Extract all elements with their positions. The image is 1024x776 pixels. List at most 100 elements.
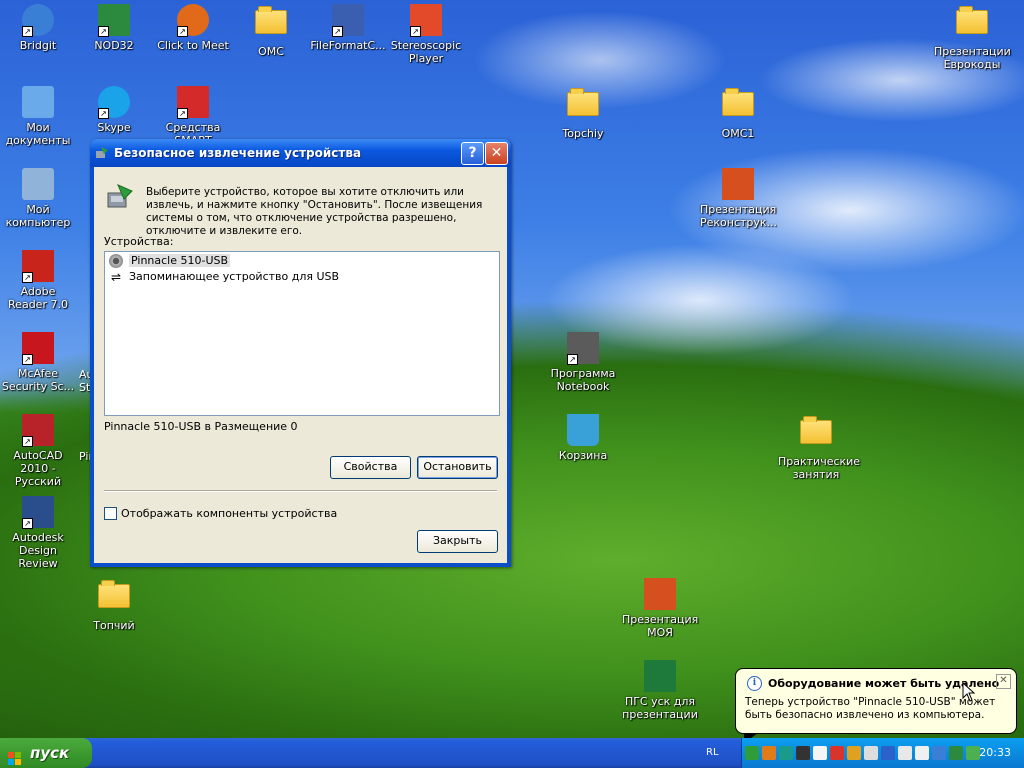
desktop-icon-prezentatsii-evrokody[interactable]: Презентации Еврокоды <box>934 4 1011 71</box>
volume-icon[interactable] <box>864 746 878 760</box>
desktop-icon-prezentatsiya-moya[interactable]: Презентация МОЯ <box>622 578 698 639</box>
language-indicator[interactable]: RL <box>706 747 719 758</box>
dialog-title: Безопасное извлечение устройства <box>114 146 362 160</box>
smart-tools-icon: ↗ <box>177 86 209 119</box>
desktop-icon-label: Topchiy <box>562 127 604 140</box>
excel-icon <box>644 660 676 692</box>
desktop-icon-recycle-bin[interactable]: Корзина <box>545 414 621 462</box>
desktop-icon-click-to-meet[interactable]: ↗ Click to Meet <box>155 4 231 52</box>
fileformat-icon: ↗ <box>332 4 364 37</box>
tray-app-icon[interactable] <box>966 746 980 760</box>
desktop-icon-nod32[interactable]: ↗ NOD32 <box>76 4 152 52</box>
my-documents-icon <box>22 86 54 118</box>
mcafee-icon: ↗ <box>22 332 54 365</box>
desktop-icon-prakticheskie-zanyatiya[interactable]: Практические занятия <box>778 414 860 481</box>
tray-app-icon[interactable] <box>915 746 929 760</box>
network-icon[interactable] <box>949 746 963 760</box>
desktop-icon-label: FileFormatC... <box>310 39 386 52</box>
device-item-pinnacle[interactable]: Pinnacle 510-USB <box>109 253 231 269</box>
device-location-text: Pinnacle 510-USB в Размещение 0 <box>104 420 298 433</box>
powerpoint-icon <box>722 168 754 200</box>
tray-app-icon[interactable] <box>762 746 776 760</box>
balloon-close-button[interactable]: ✕ <box>996 674 1011 689</box>
folder-icon <box>98 580 130 608</box>
desktop-icon-adobe-reader[interactable]: ↗ Adobe Reader 7.0 <box>0 250 76 311</box>
desktop-icon-label: NOD32 <box>94 39 134 52</box>
tray-app-icon[interactable] <box>847 746 861 760</box>
tray-app-icon[interactable] <box>779 746 793 760</box>
help-button[interactable]: ? <box>461 142 484 165</box>
tray-app-icon[interactable] <box>796 746 810 760</box>
device-item-label: Запоминающее устройство для USB <box>129 270 340 283</box>
desktop-icon-autocad[interactable]: ↗ AutoCAD 2010 - Русский <box>0 414 76 488</box>
desktop-icon-label: ОМС1 <box>721 127 755 140</box>
desktop-icon-label: ПГС уск для презентации <box>622 695 698 721</box>
close-window-button[interactable]: ✕ <box>485 142 508 165</box>
desktop-icon-design-review[interactable]: ↗ Autodesk Design Review <box>0 496 76 570</box>
adobe-reader-icon: ↗ <box>22 250 54 283</box>
desktop-icon-label: Click to Meet <box>157 39 229 52</box>
recycle-bin-icon <box>567 414 599 446</box>
desktop-icon-topchiy-ru[interactable]: Топчий <box>76 578 152 632</box>
devices-label: Устройства: <box>104 235 174 248</box>
desktop-icon-mcafee[interactable]: ↗ McAfee Security Sc... <box>0 332 76 393</box>
desktop-icon-label: McAfee Security Sc... <box>1 367 75 393</box>
close-button[interactable]: Закрыть <box>417 530 498 553</box>
desktop-icon-bridgit[interactable]: ↗ Bridgit <box>0 4 76 52</box>
tray-app-icon[interactable] <box>830 746 844 760</box>
show-components-label: Отображать компоненты устройства <box>121 507 338 520</box>
desktop-icon-skype[interactable]: ↗ Skype <box>76 86 152 134</box>
dialog-body: Выберите устройство, которое вы хотите о… <box>94 167 507 563</box>
safely-remove-hardware-icon[interactable] <box>745 746 759 760</box>
usb-icon: ⇌ <box>110 270 122 284</box>
dialog-titlebar[interactable]: Безопасное извлечение устройства ? ✕ <box>90 139 511 167</box>
folder-icon <box>956 6 988 34</box>
info-icon: i <box>747 676 762 691</box>
desktop-icon-oms[interactable]: ОМС <box>233 4 309 58</box>
desktop-icon-stereoscopic-player[interactable]: ↗ Stereoscopic Player <box>388 4 464 65</box>
start-label: пуск <box>30 744 70 762</box>
desktop-icon-my-documents[interactable]: Мои документы <box>0 86 76 147</box>
taskbar: пуск RL 20:33 <box>0 738 1024 768</box>
desktop-icon-smart-tools[interactable]: ↗ Средства SMART <box>155 86 231 147</box>
desktop-icon-my-computer[interactable]: Мой компьютер <box>0 168 76 229</box>
desktop-icon-topchiy[interactable]: Topchiy <box>545 86 621 140</box>
click-to-meet-icon: ↗ <box>177 4 209 37</box>
folder-icon <box>800 416 832 444</box>
clock[interactable]: 20:33 <box>979 746 1011 759</box>
notebook-icon: ↗ <box>567 332 599 365</box>
desktop-icon-label: Топчий <box>93 619 135 632</box>
device-item-usb-storage[interactable]: ⇌ Запоминающее устройство для USB <box>109 269 339 285</box>
device-item-label: Pinnacle 510-USB <box>129 254 231 267</box>
my-computer-icon <box>22 168 54 200</box>
desktop-icon-label: Bridgit <box>19 39 57 52</box>
safely-remove-hardware-icon <box>96 147 108 158</box>
desktop-icon-label: AutoCAD 2010 - Русский <box>13 449 63 488</box>
powerpoint-icon <box>644 578 676 610</box>
tray-app-icon[interactable] <box>898 746 912 760</box>
properties-button[interactable]: Свойства <box>330 456 411 479</box>
stop-button[interactable]: Остановить <box>417 456 498 479</box>
desktop-icon-oms1[interactable]: ОМС1 <box>700 86 776 140</box>
show-components-checkbox[interactable] <box>104 507 117 520</box>
desktop-icon-label: Adobe Reader 7.0 <box>8 285 68 311</box>
windows-logo-icon <box>8 746 22 765</box>
desktop-icon-notebook[interactable]: ↗ Программа Notebook <box>545 332 621 393</box>
tray-app-icon[interactable] <box>932 746 946 760</box>
tray-app-icon[interactable] <box>881 746 895 760</box>
system-tray: 20:33 <box>741 738 1024 768</box>
desktop-icon-fileformat[interactable]: ↗ FileFormatC... <box>310 4 386 52</box>
nod32-icon: ↗ <box>98 4 130 37</box>
start-button[interactable]: пуск <box>0 738 92 768</box>
skype-icon: ↗ <box>98 86 130 119</box>
desktop-icon-label: ОМС <box>258 45 284 58</box>
partial-icon-label: St <box>79 381 91 394</box>
dialog-instructions: Выберите устройство, которое вы хотите о… <box>146 186 483 237</box>
stereoscopic-player-icon: ↗ <box>410 4 442 37</box>
device-list[interactable]: Pinnacle 510-USB ⇌ Запоминающее устройств… <box>104 251 500 416</box>
bridgit-icon: ↗ <box>22 4 54 37</box>
desktop-icon-pgs-usk[interactable]: ПГС уск для презентации <box>622 660 698 721</box>
desktop-icon-prezentatsiya-rekonstruk[interactable]: Презентация Реконструк... <box>700 168 777 229</box>
tray-app-icon[interactable] <box>813 746 827 760</box>
desktop-icon-label: Мой компьютер <box>5 203 71 229</box>
